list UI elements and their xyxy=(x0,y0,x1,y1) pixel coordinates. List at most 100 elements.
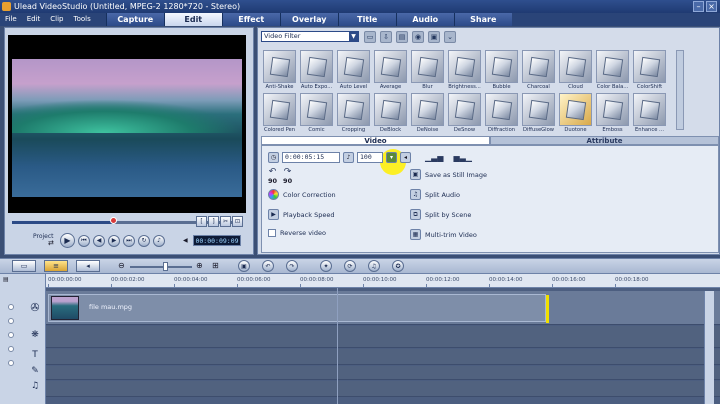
filter-thumb[interactable]: Bubble xyxy=(483,50,520,90)
volume-button[interactable]: ♪ xyxy=(153,234,165,247)
redo-icon[interactable]: ↷ xyxy=(286,260,298,272)
video-clip[interactable]: file mau.mpg xyxy=(48,294,549,323)
filter-thumb[interactable]: DiffuseGlow xyxy=(520,93,557,133)
step-share[interactable]: Share xyxy=(453,13,512,26)
fade-in-icon[interactable]: ▁▃▅ xyxy=(425,153,443,162)
title-track-icon[interactable]: T xyxy=(28,348,42,362)
menu-edit[interactable]: Edit xyxy=(22,13,46,26)
playback-speed-button[interactable]: ▶ Playback Speed xyxy=(268,209,334,220)
playhead-line[interactable] xyxy=(337,288,338,404)
chevron-down-icon[interactable]: ▼ xyxy=(349,32,358,41)
timecode-display[interactable]: 00:00:09:09 xyxy=(193,235,241,246)
play-button[interactable]: ▶ xyxy=(60,233,75,248)
save-still-button[interactable]: ▣ Save as Still Image xyxy=(410,169,487,180)
menu-tools[interactable]: Tools xyxy=(69,13,96,26)
overlay-track[interactable] xyxy=(46,326,720,348)
filter-thumb[interactable]: Color Bala... xyxy=(594,50,631,90)
reverse-video-checkbox[interactable]: Reverse video xyxy=(268,229,326,237)
music-track-icon[interactable]: ♫ xyxy=(28,379,42,393)
filter-thumb[interactable]: DeSnow xyxy=(446,93,483,133)
duration-field[interactable]: 0:00:05:15 xyxy=(282,152,340,163)
library-manager-icon[interactable]: ▤ xyxy=(396,31,408,43)
expand-icon[interactable]: ⌄ xyxy=(444,31,456,43)
track-toggle-icon[interactable] xyxy=(8,360,14,366)
previous-frame-button[interactable]: ◀ xyxy=(93,234,105,247)
zoom-slider[interactable] xyxy=(130,266,192,268)
filter-thumb[interactable]: Comic xyxy=(298,93,335,133)
step-edit[interactable]: Edit xyxy=(163,13,222,26)
filter-thumb[interactable]: Auto Expo... xyxy=(298,50,335,90)
filter-thumb[interactable]: Average xyxy=(372,50,409,90)
zoom-slider-handle[interactable] xyxy=(163,262,168,271)
folder-icon[interactable]: ▭ xyxy=(364,31,376,43)
zoom-in-icon[interactable]: ⊕ xyxy=(196,261,203,270)
voice-track-icon[interactable]: ✎ xyxy=(28,364,42,378)
voice-track[interactable] xyxy=(46,366,720,380)
minimize-icon[interactable]: – xyxy=(693,1,704,12)
fit-project-icon[interactable]: ⊞ xyxy=(212,261,219,270)
cd-icon[interactable]: ◉ xyxy=(412,31,424,43)
filter-thumb[interactable]: Cloud xyxy=(557,50,594,90)
filter-thumb[interactable]: Brightness... xyxy=(446,50,483,90)
audio-view-button[interactable]: ◂ xyxy=(76,260,100,272)
home-button[interactable]: ⏮ xyxy=(78,234,90,247)
zoom-out-icon[interactable]: ⊖ xyxy=(118,261,125,270)
filter-thumb[interactable]: DeNoise xyxy=(409,93,446,133)
filter-thumb[interactable]: Cropping xyxy=(335,93,372,133)
clip-mode-icon[interactable]: ⇄ xyxy=(48,239,54,247)
menu-file[interactable]: File xyxy=(0,13,22,26)
step-effect[interactable]: Effect xyxy=(221,13,280,26)
split-audio-button[interactable]: ♫ Split Audio xyxy=(410,189,460,200)
end-button[interactable]: ⏭ xyxy=(123,234,135,247)
tab-video[interactable]: Video xyxy=(261,136,490,145)
library-category-select[interactable]: Video Filter ▼ xyxy=(261,31,359,42)
smart-proxy-icon[interactable]: ✦ xyxy=(320,260,332,272)
filter-thumb[interactable]: Colored Pen xyxy=(261,93,298,133)
import-icon[interactable]: ⇩ xyxy=(380,31,392,43)
menu-clip[interactable]: Clip xyxy=(45,13,68,26)
track-toggle-icon[interactable] xyxy=(8,332,14,338)
filter-thumb[interactable]: Anti-Shake xyxy=(261,50,298,90)
tab-attribute[interactable]: Attribute xyxy=(490,136,719,145)
undo-icon[interactable]: ↶ xyxy=(262,260,274,272)
volume-spin-icon[interactable]: ▾ xyxy=(386,152,397,163)
video-track-icon[interactable]: ✇ xyxy=(28,301,42,315)
track-toggle-icon[interactable] xyxy=(8,346,14,352)
filter-thumb[interactable]: Duotone xyxy=(557,93,594,133)
step-overlay[interactable]: Overlay xyxy=(279,13,338,26)
track-manager-icon[interactable]: ▤ xyxy=(3,276,9,283)
color-correction-button[interactable]: Color Correction xyxy=(268,189,336,200)
filter-thumb[interactable]: Emboss xyxy=(594,93,631,133)
filter-thumb[interactable]: Blur xyxy=(409,50,446,90)
fade-out-icon[interactable]: ▅▃▁ xyxy=(453,153,471,162)
next-frame-button[interactable]: ▶ xyxy=(108,234,120,247)
storyboard-view-button[interactable]: ▭ xyxy=(12,260,36,272)
filter-thumb[interactable]: DeBlock xyxy=(372,93,409,133)
auto-movie-icon[interactable]: ✪ xyxy=(392,260,404,272)
filter-thumb[interactable]: ColorShift xyxy=(631,50,668,90)
filter-thumb[interactable]: Enhance ... xyxy=(631,93,668,133)
track-toggle-icon[interactable] xyxy=(8,318,14,324)
library-scrollbar[interactable] xyxy=(676,50,684,130)
title-track[interactable] xyxy=(46,349,720,365)
mark-in-button[interactable]: [ xyxy=(196,216,207,227)
track-toggle-icon[interactable] xyxy=(8,304,14,310)
timeline-vertical-scrollbar[interactable] xyxy=(704,291,714,404)
timecode-up-icon[interactable]: ◀ xyxy=(183,237,188,244)
time-ruler[interactable]: 00:00:00:00 00:00:02:00 00:00:04:00 00:0… xyxy=(46,274,720,288)
repeat-button[interactable]: ↻ xyxy=(138,234,150,247)
filter-thumb[interactable]: Auto Level xyxy=(335,50,372,90)
filter-thumb[interactable]: Charcoal xyxy=(520,50,557,90)
auto-music-icon[interactable]: ♫ xyxy=(368,260,380,272)
split-scene-button[interactable]: ⧉ Split by Scene xyxy=(410,209,471,220)
enlarge-icon[interactable]: ⊡ xyxy=(232,216,243,227)
step-audio[interactable]: Audio xyxy=(395,13,454,26)
clip-end-handle[interactable] xyxy=(546,295,549,323)
step-title[interactable]: Title xyxy=(337,13,396,26)
timeline-view-button[interactable]: ≡ xyxy=(44,260,68,272)
volume-field[interactable]: 100 xyxy=(357,152,383,163)
multi-trim-button[interactable]: ▦ Multi-trim Video xyxy=(410,229,477,240)
mute-icon[interactable]: ◂ xyxy=(400,152,411,163)
rotate-left-button[interactable]: ↶ 90 xyxy=(268,167,277,185)
filter-thumb[interactable]: Diffraction xyxy=(483,93,520,133)
